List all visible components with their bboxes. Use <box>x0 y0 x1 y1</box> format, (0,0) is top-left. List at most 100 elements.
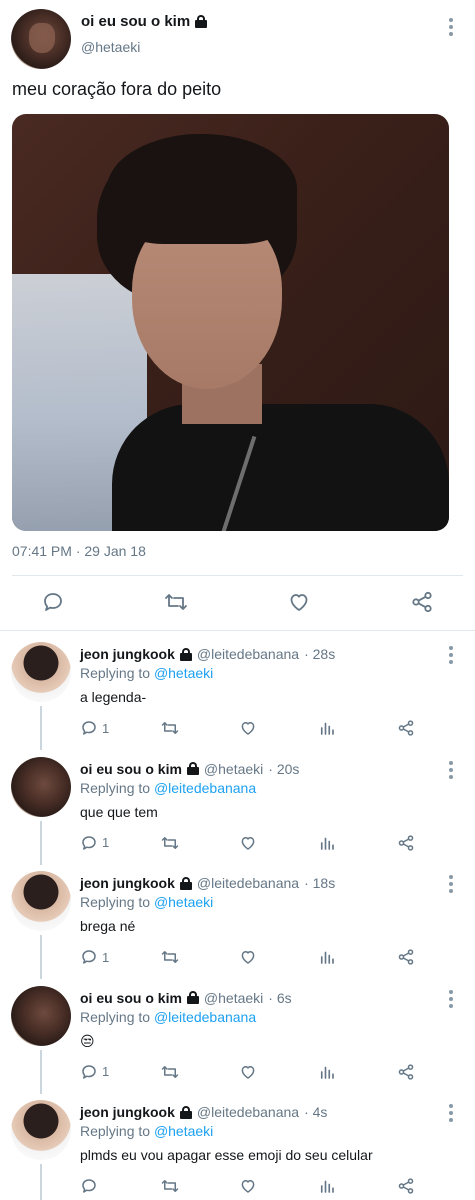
reply-text: 😒 <box>80 1032 95 1049</box>
replying-label: Replying to <box>80 1008 151 1025</box>
reply-time: · 20s <box>268 760 300 777</box>
author-name[interactable]: jeon jungkook <box>80 646 175 662</box>
like-icon[interactable] <box>239 947 257 967</box>
avatar[interactable] <box>11 871 71 931</box>
reply-actions: 1 <box>80 833 420 853</box>
author-name[interactable]: jeon jungkook <box>80 875 175 891</box>
reply-tweet[interactable]: jeon jungkook @leitedebanana · 28s Reply… <box>0 636 475 750</box>
reply-header: oi eu sou o kim @hetaeki · 20s <box>80 761 299 777</box>
replying-mention[interactable]: @hetaeki <box>154 1123 213 1139</box>
share-icon[interactable] <box>397 718 415 738</box>
author-handle[interactable]: @leitedebanana <box>197 1104 299 1120</box>
analytics-icon[interactable] <box>318 1176 336 1196</box>
more-icon[interactable] <box>449 18 453 36</box>
reply-button[interactable]: 1 <box>80 833 109 853</box>
like-icon[interactable] <box>239 1176 257 1196</box>
replying-to: Replying to @hetaeki <box>80 894 213 910</box>
retweet-icon[interactable] <box>160 947 180 967</box>
share-icon[interactable] <box>397 947 415 967</box>
more-icon[interactable] <box>449 646 453 664</box>
thread-line <box>40 1164 42 1200</box>
reply-header: jeon jungkook @leitedebanana · 28s <box>80 646 335 662</box>
thread-line <box>40 706 42 750</box>
lock-icon <box>179 647 192 661</box>
author-handle[interactable]: @hetaeki <box>81 39 140 55</box>
reply-count: 1 <box>102 720 110 736</box>
retweet-icon[interactable] <box>160 1176 180 1196</box>
reply-tweet[interactable]: jeon jungkook @leitedebanana · 4s Replyi… <box>0 1094 475 1200</box>
reply-text: plmds eu vou apagar esse emoji do seu ce… <box>80 1147 373 1163</box>
reply-icon[interactable] <box>39 588 67 616</box>
reply-button[interactable]: 1 <box>80 947 109 967</box>
analytics-icon[interactable] <box>318 947 336 967</box>
analytics-icon[interactable] <box>318 833 336 853</box>
reply-time: · 6s <box>268 989 292 1006</box>
author-handle[interactable]: @hetaeki <box>204 761 263 777</box>
more-icon[interactable] <box>449 989 453 1008</box>
tweet-timestamp[interactable]: 07:41 PM · 29 Jan 18 <box>12 543 146 559</box>
share-icon[interactable] <box>397 833 415 853</box>
like-icon[interactable] <box>239 718 257 738</box>
author-handle[interactable]: @leitedebanana <box>197 875 299 891</box>
reply-icon <box>80 719 98 737</box>
reply-text: que que tem <box>80 803 158 820</box>
like-icon[interactable] <box>285 588 313 616</box>
replying-mention[interactable]: @leitedebanana <box>154 1009 256 1025</box>
lock-icon <box>179 1105 192 1119</box>
retweet-icon[interactable] <box>162 588 190 616</box>
like-icon[interactable] <box>239 1062 257 1082</box>
replying-mention[interactable]: @hetaeki <box>154 665 213 681</box>
reply-time: · 18s <box>304 875 336 891</box>
avatar[interactable] <box>11 1100 71 1160</box>
retweet-icon[interactable] <box>160 833 180 853</box>
lock-icon <box>195 15 208 28</box>
reply-button[interactable]: 1 <box>80 1062 109 1082</box>
analytics-icon[interactable] <box>318 1062 336 1082</box>
author-name[interactable]: jeon jungkook <box>80 1104 175 1120</box>
more-icon[interactable] <box>449 875 453 893</box>
reply-tweet[interactable]: oi eu sou o kim @hetaeki · 20s Replying … <box>0 751 475 865</box>
divider <box>12 575 463 576</box>
analytics-icon[interactable] <box>318 718 336 738</box>
share-icon[interactable] <box>408 588 436 616</box>
share-icon[interactable] <box>397 1176 415 1196</box>
thread-line <box>40 1049 42 1094</box>
replying-label: Replying to <box>80 665 151 681</box>
reply-actions: 1 <box>80 947 420 967</box>
author-name[interactable]: oi eu sou o kim <box>80 990 182 1006</box>
reply-actions: 1 <box>80 1062 420 1082</box>
replying-mention[interactable]: @leitedebanana <box>154 780 256 796</box>
reply-tweet[interactable]: jeon jungkook @leitedebanana · 18s Reply… <box>0 865 475 979</box>
more-icon[interactable] <box>449 760 453 779</box>
reply-header: jeon jungkook @leitedebanana · 4s <box>80 1104 327 1120</box>
share-icon[interactable] <box>397 1062 415 1082</box>
author-name[interactable]: oi eu sou o kim <box>81 13 190 30</box>
tweet-text: meu coração fora do peito <box>12 79 222 99</box>
author-name[interactable]: oi eu sou o kim <box>80 761 182 777</box>
tweet-photo[interactable] <box>12 114 449 531</box>
retweet-icon[interactable] <box>160 718 180 738</box>
avatar[interactable] <box>11 642 71 702</box>
avatar[interactable] <box>11 985 71 1046</box>
reply-header: jeon jungkook @leitedebanana · 18s <box>80 875 335 891</box>
author-handle[interactable]: @leitedebanana <box>197 646 299 662</box>
like-icon[interactable] <box>239 833 257 853</box>
more-icon[interactable] <box>449 1104 453 1122</box>
replying-label: Replying to <box>80 894 151 910</box>
replying-to: Replying to @hetaeki <box>80 665 213 681</box>
author-name-row[interactable]: oi eu sou o kim <box>81 13 208 30</box>
reply-time: · 28s <box>304 646 336 662</box>
reply-button[interactable]: 1 <box>80 718 109 738</box>
reply-button[interactable] <box>80 1176 102 1196</box>
retweet-icon[interactable] <box>160 1062 180 1082</box>
reply-text: brega né <box>80 918 136 934</box>
avatar[interactable] <box>11 756 71 817</box>
reply-count: 1 <box>102 949 110 965</box>
avatar[interactable] <box>11 9 71 69</box>
reply-actions <box>80 1176 420 1196</box>
thread-line <box>40 935 42 979</box>
lock-icon <box>186 991 199 1004</box>
reply-tweet[interactable]: oi eu sou o kim @hetaeki · 6s Replying t… <box>0 980 475 1094</box>
replying-mention[interactable]: @hetaeki <box>154 894 213 910</box>
author-handle[interactable]: @hetaeki <box>204 990 263 1006</box>
